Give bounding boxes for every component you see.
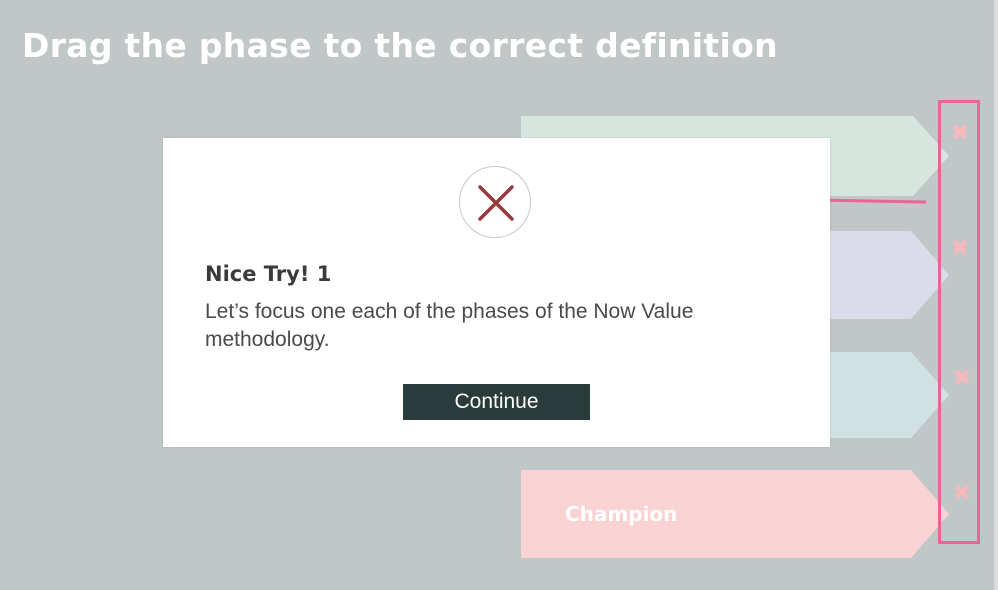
close-icon (459, 166, 531, 238)
modal-heading: Nice Try! 1 (205, 262, 332, 286)
feedback-modal: Nice Try! 1 Let’s focus one each of the … (163, 138, 830, 447)
continue-button[interactable]: Continue (403, 384, 590, 420)
modal-message: Let’s focus one each of the phases of th… (205, 300, 694, 351)
